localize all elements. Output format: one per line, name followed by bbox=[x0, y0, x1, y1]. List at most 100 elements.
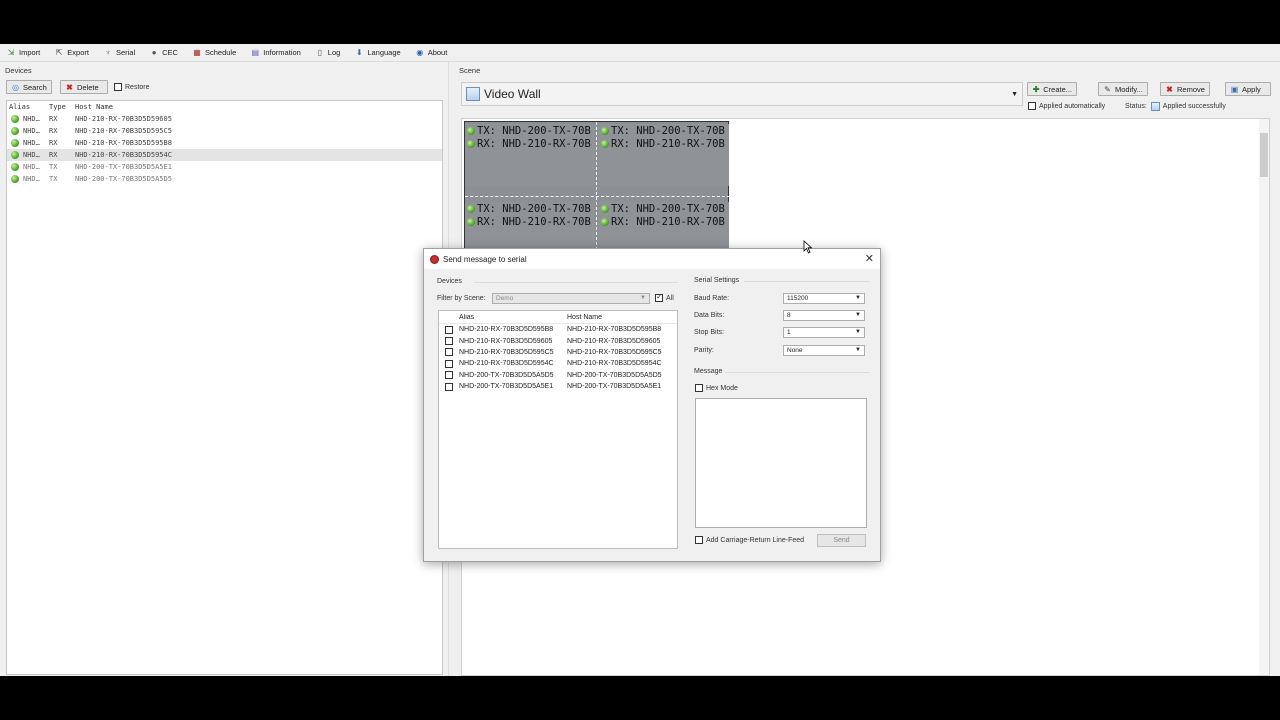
menubar: ⇲ Import ⇱ Export ♆ Serial ● CEC ▦ Sched… bbox=[0, 44, 1280, 62]
wall-tile[interactable]: TX: NHD-200-TX-70B RX: NHD-210-RX-70B bbox=[599, 124, 729, 186]
row-host: NHD-200-TX-70B3D5D5A5E1 bbox=[567, 383, 662, 391]
video-wall[interactable]: TX: NHD-200-TX-70B RX: NHD-210-RX-70B TX… bbox=[464, 121, 730, 264]
send-button[interactable]: Send bbox=[817, 534, 866, 547]
device-list[interactable]: Alias Type Host Name NHD… RX NHD-210-RX-… bbox=[6, 100, 443, 675]
column-type[interactable]: Type bbox=[49, 103, 75, 111]
menu-serial-label: Serial bbox=[115, 48, 136, 57]
data-bits-label: Data Bits: bbox=[694, 312, 725, 319]
table-row[interactable]: NHD… TX NHD-200-TX-70B3D5D5A5D5 bbox=[7, 173, 442, 185]
row-checkbox[interactable] bbox=[445, 371, 453, 380]
row-checkbox[interactable] bbox=[445, 348, 453, 357]
stop-bits-select[interactable]: 1 ▼ bbox=[783, 327, 865, 338]
table-row[interactable]: NHD-210-RX-70B3D5D595B8 NHD-210-RX-70B3D… bbox=[439, 324, 677, 335]
restore-checkbox-box[interactable] bbox=[114, 83, 122, 91]
table-row[interactable]: NHD-210-RX-70B3D5D595C5 NHD-210-RX-70B3D… bbox=[439, 347, 677, 358]
close-icon[interactable]: ✕ bbox=[865, 252, 874, 265]
menu-language[interactable]: ⬇ Language bbox=[354, 48, 401, 58]
tile-tx: TX: NHD-200-TX-70B bbox=[611, 124, 725, 137]
table-row[interactable]: NHD-200-TX-70B3D5D5A5D5 NHD-200-TX-70B3D… bbox=[439, 370, 677, 381]
scene-select[interactable]: Video Wall ▼ bbox=[461, 82, 1023, 106]
filter-by-scene-label: Filter by Scene: bbox=[437, 295, 486, 302]
message-textarea[interactable] bbox=[695, 398, 867, 528]
menu-about[interactable]: ◉ About bbox=[415, 48, 447, 58]
restore-checkbox[interactable]: Restore bbox=[114, 83, 150, 91]
remove-button[interactable]: ✖ Remove bbox=[1160, 82, 1210, 96]
table-row[interactable]: NHD… RX NHD-210-RX-70B3D5D59605 bbox=[7, 113, 442, 125]
all-checkbox[interactable]: All bbox=[655, 292, 674, 302]
online-status-icon bbox=[11, 127, 19, 135]
wall-tile[interactable]: TX: NHD-200-TX-70B RX: NHD-210-RX-70B bbox=[465, 124, 595, 186]
apply-button[interactable]: ▣ Apply bbox=[1225, 82, 1271, 96]
menu-serial[interactable]: ♆ Serial bbox=[103, 48, 135, 58]
applied-automatically-label: Applied automatically bbox=[1039, 102, 1106, 110]
menu-schedule[interactable]: ▦ Schedule bbox=[192, 48, 236, 58]
online-status-icon bbox=[467, 204, 475, 213]
row-alias: NHD-210-RX-70B3D5D59605 bbox=[459, 337, 553, 345]
row-host: NHD-210-RX-70B3D5D59605 bbox=[567, 337, 661, 345]
create-button[interactable]: ✚ Create... bbox=[1027, 82, 1077, 96]
device-alias: NHD… bbox=[23, 139, 40, 147]
log-icon: ▯ bbox=[317, 47, 322, 57]
tile-tx: TX: NHD-200-TX-70B bbox=[477, 124, 591, 137]
restore-label: Restore bbox=[125, 83, 150, 91]
table-row[interactable]: NHD… TX NHD-200-TX-70B3D5D5A5E1 bbox=[7, 161, 442, 173]
chevron-down-icon: ▼ bbox=[855, 347, 861, 353]
modify-button[interactable]: ✎ Modify... bbox=[1098, 82, 1148, 96]
mouse-cursor-icon bbox=[803, 240, 813, 254]
row-checkbox[interactable] bbox=[445, 382, 453, 391]
online-status-icon bbox=[11, 115, 19, 123]
row-host: NHD-210-RX-70B3D5D595B8 bbox=[567, 326, 662, 334]
column-alias[interactable]: Alias bbox=[7, 103, 49, 111]
data-bits-select[interactable]: 8 ▼ bbox=[783, 310, 865, 321]
filter-scene-select[interactable]: Demo ▼ bbox=[492, 293, 650, 304]
table-row-selected[interactable]: NHD… RX NHD-210-RX-70B3D5D5954C bbox=[7, 149, 442, 161]
delete-icon: ✖ bbox=[1166, 84, 1173, 94]
applied-automatically-box[interactable] bbox=[1028, 102, 1036, 110]
applied-automatically-checkbox[interactable]: Applied automatically bbox=[1028, 102, 1105, 110]
row-checkbox[interactable] bbox=[445, 359, 453, 368]
canvas-scrollbar-thumb[interactable] bbox=[1260, 133, 1268, 177]
crlf-box[interactable] bbox=[695, 536, 703, 544]
hex-mode-box[interactable] bbox=[695, 384, 703, 392]
search-icon: ◎ bbox=[12, 82, 19, 92]
menu-export[interactable]: ⇱ Export bbox=[54, 48, 89, 58]
table-row[interactable]: NHD-210-RX-70B3D5D5954C NHD-210-RX-70B3D… bbox=[439, 358, 677, 369]
status-indicator: Status: Applied successfully bbox=[1125, 102, 1226, 111]
column-alias[interactable]: Alias bbox=[459, 314, 565, 321]
menu-import[interactable]: ⇲ Import bbox=[6, 48, 41, 58]
all-label: All bbox=[666, 294, 674, 302]
send-button-label: Send bbox=[833, 537, 850, 544]
menu-log[interactable]: ▯ Log bbox=[315, 48, 341, 58]
parity-select[interactable]: None ▼ bbox=[783, 345, 865, 356]
menu-cec[interactable]: ● CEC bbox=[149, 48, 178, 58]
row-checkbox[interactable] bbox=[445, 337, 453, 346]
device-host: NHD-210-RX-70B3D5D595B8 bbox=[75, 139, 172, 147]
canvas-scrollbar[interactable] bbox=[1259, 119, 1269, 675]
search-button[interactable]: ◎ Search bbox=[6, 80, 52, 94]
table-row[interactable]: NHD-200-TX-70B3D5D5A5E1 NHD-200-TX-70B3D… bbox=[439, 381, 677, 392]
row-host: NHD-210-RX-70B3D5D5954C bbox=[567, 360, 662, 368]
dialog-device-table[interactable]: Alias Host Name NHD-210-RX-70B3D5D595B8 … bbox=[438, 310, 678, 549]
devices-title: Devices bbox=[5, 66, 32, 75]
baud-rate-select[interactable]: 115200 ▼ bbox=[783, 293, 865, 304]
row-alias: NHD-210-RX-70B3D5D5954C bbox=[459, 360, 554, 368]
delete-button[interactable]: ✖ Delete bbox=[60, 80, 108, 94]
column-host-name[interactable]: Host Name bbox=[565, 314, 677, 321]
online-status-icon bbox=[11, 175, 19, 183]
menu-schedule-label: Schedule bbox=[204, 48, 237, 57]
online-status-icon bbox=[467, 139, 475, 148]
crlf-checkbox[interactable]: Add Carriage-Return Line-Feed bbox=[695, 536, 804, 544]
table-row[interactable]: NHD… RX NHD-210-RX-70B3D5D595B8 bbox=[7, 137, 442, 149]
device-type: TX bbox=[49, 163, 58, 171]
video-wall-icon bbox=[466, 87, 480, 101]
device-host: NHD-200-TX-70B3D5D5A5D5 bbox=[75, 175, 172, 183]
all-checkbox-box[interactable] bbox=[655, 292, 663, 302]
column-host-name[interactable]: Host Name bbox=[75, 103, 442, 111]
row-checkbox[interactable] bbox=[445, 325, 453, 334]
table-row[interactable]: NHD… RX NHD-210-RX-70B3D5D595C5 bbox=[7, 125, 442, 137]
cec-icon: ● bbox=[151, 47, 157, 57]
dialog-table-header: Alias Host Name bbox=[439, 311, 677, 324]
menu-information[interactable]: ▤ Information bbox=[250, 48, 300, 58]
table-row[interactable]: NHD-210-RX-70B3D5D59605 NHD-210-RX-70B3D… bbox=[439, 335, 677, 346]
hex-mode-checkbox[interactable]: Hex Mode bbox=[695, 384, 738, 392]
